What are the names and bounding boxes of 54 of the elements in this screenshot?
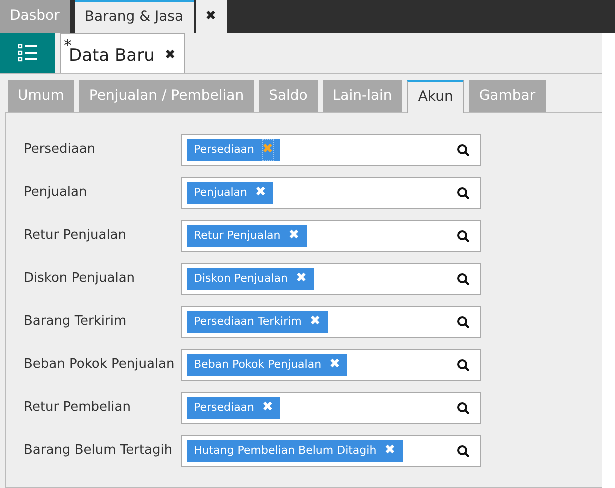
section-tab[interactable]: Saldo [259,80,318,112]
account-field[interactable]: Hutang Pembelian Belum Ditagih ✖ [181,435,481,467]
tag-label: Penjualan [194,184,248,201]
list-icon [18,44,38,62]
remove-button[interactable]: ✖ [296,269,307,289]
tag-label: Persediaan [194,142,255,158]
search-icon[interactable] [457,272,470,286]
tag-label: Persediaan Terkirim [194,314,302,330]
modified-mark: * [64,35,72,55]
account-field[interactable]: Persediaan ✖ [181,134,481,166]
remove-button[interactable]: ✖ [288,226,300,246]
field-label: Retur Penjualan [23,227,128,246]
remove-button[interactable]: ✖ [330,355,340,375]
field-label: Barang Terkirim [23,313,128,332]
tag-label: Retur Penjualan [194,228,281,244]
top-tab[interactable]: Dasbor [0,0,70,33]
document-title: Data Baru [69,46,155,68]
section-tab[interactable]: Akun [407,80,464,113]
menu-button[interactable] [0,33,55,73]
field-label: Retur Pembelian [23,399,132,418]
search-icon[interactable] [457,444,470,458]
section-tab[interactable]: Umum [8,80,74,112]
account-field[interactable]: Retur Penjualan ✖ [181,220,481,252]
close-tab-button[interactable]: ✖ [196,0,227,33]
search-icon[interactable] [457,316,470,328]
field-label: Barang Belum Tertagih [23,442,174,460]
remove-button[interactable]: ✖ [256,183,266,203]
account-field[interactable]: Penjualan ✖ [181,177,481,209]
tag-label: Persediaan [194,400,255,416]
field-label: Persediaan [23,141,97,160]
field-label: Diskon Penjualan [23,270,136,288]
search-icon[interactable] [457,144,470,156]
remove-button[interactable]: ✖ [310,312,321,332]
search-icon[interactable] [457,230,470,242]
close-button[interactable]: ✖ [164,46,176,66]
remove-button[interactable]: ✖ [384,441,396,461]
account-field[interactable]: Diskon Penjualan ✖ [181,263,481,295]
search-icon[interactable] [457,358,470,372]
tag-label: Diskon Penjualan [194,270,288,287]
search-icon[interactable] [457,186,470,200]
section-tab[interactable]: Lain-lain [322,80,402,112]
field-label: Beban Pokok Penjualan [23,356,176,374]
account-field[interactable]: Persediaan Terkirim ✖ [181,306,481,338]
account-field[interactable]: Beban Pokok Penjualan ✖ [181,349,481,381]
document-tab[interactable]: *Data Baru ✖ [60,33,185,73]
search-icon[interactable] [457,402,470,414]
account-field[interactable]: Persediaan ✖ [181,392,481,424]
tag-label: Hutang Pembelian Belum Ditagih [194,442,377,459]
top-tab[interactable]: Barang & Jasa [74,0,194,33]
section-tab[interactable]: Penjualan / Pembelian [79,80,254,112]
section-tab[interactable]: Gambar [469,80,546,112]
remove-button[interactable]: ✖ [262,398,274,418]
tag-label: Beban Pokok Penjualan [194,356,322,373]
field-label: Penjualan [23,184,88,202]
